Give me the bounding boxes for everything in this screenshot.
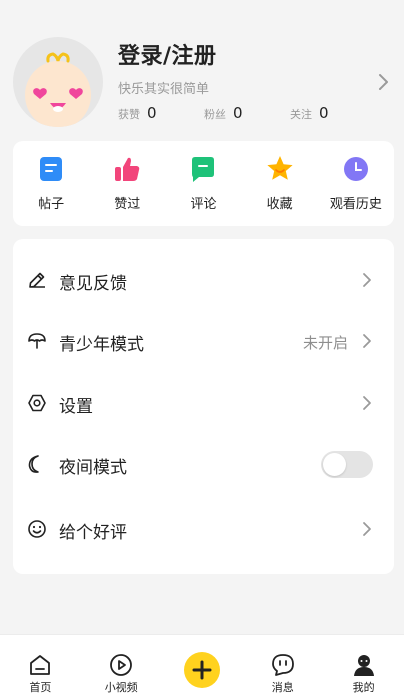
quick-action-label: 赞过 [114,197,141,212]
login-register-title[interactable]: 登录/注册 [118,38,217,70]
menu-item-night-mode: 夜间模式 [13,444,394,484]
profile-subtitle: 快乐其实很简单 [118,82,210,97]
user-icon [353,655,374,676]
menu-item-label: 青少年模式 [59,335,144,355]
quick-action-label: 帖子 [38,197,65,212]
menu-item-label: 设置 [59,397,93,417]
quick-action-comments[interactable]: 评论 [165,141,241,226]
message-bubble-icon [271,654,294,676]
tab-label: 我的 [352,681,375,694]
publish-button[interactable] [183,652,220,688]
chevron-right-icon [363,522,371,536]
umbrella-icon [28,333,46,349]
tab-messages[interactable]: 消息 [242,635,323,699]
pencil-icon [29,272,45,288]
menu-item-label: 夜间模式 [59,458,127,478]
night-mode-toggle[interactable] [321,451,373,478]
menu-item-teen-mode[interactable]: 青少年模式 未开启 [13,321,394,361]
star-icon [267,156,293,180]
comment-icon [192,157,215,182]
quick-action-history[interactable]: 观看历史 [318,141,394,226]
play-circle-icon [110,654,133,676]
quick-action-label: 收藏 [266,197,293,212]
gear-icon [28,394,46,412]
stat-value: 0 [319,104,329,122]
quick-action-label: 观看历史 [329,197,382,212]
quick-actions-card: 帖子 赞过 评论 收藏 观看历史 [13,141,394,226]
stat-fans[interactable]: 粉丝 0 [204,104,290,122]
menu-item-label: 给个好评 [59,523,127,543]
menu-item-label: 意见反馈 [59,274,127,294]
toggle-knob [323,453,346,476]
stat-likes[interactable]: 获赞 0 [118,104,204,122]
bottom-tab-bar: 首页 小视频 消息 我的 [0,634,404,699]
teen-mode-status: 未开启 [302,334,348,352]
quick-action-label: 评论 [190,197,217,212]
menu-item-settings[interactable]: 设置 [13,383,394,423]
moon-icon [28,455,39,473]
tab-label: 首页 [29,681,52,694]
settings-menu-card: 意见反馈 青少年模式 未开启 设置 夜间模式 给个好评 [13,239,394,574]
stat-label: 获赞 [118,108,140,121]
quick-action-favorites[interactable]: 收藏 [242,141,318,226]
chevron-right-icon [363,396,371,410]
smiley-icon [28,520,46,538]
stat-label: 关注 [290,108,312,121]
chevron-right-icon [363,273,371,287]
tab-label: 消息 [271,681,294,694]
stat-value: 0 [233,104,243,122]
tab-home[interactable]: 首页 [0,635,81,699]
quick-action-liked[interactable]: 赞过 [89,141,165,226]
chevron-right-icon [363,334,371,348]
plus-icon [192,660,212,680]
clock-icon [343,157,368,181]
tab-publish[interactable] [162,635,243,699]
stat-following[interactable]: 关注 0 [290,104,376,122]
avatar[interactable] [13,37,103,127]
chevron-right-icon[interactable] [378,73,390,91]
baby-avatar-icon [25,52,91,127]
stat-value: 0 [147,104,157,122]
thumbs-up-icon [115,157,140,181]
profile-stats: 获赞 0 粉丝 0 关注 0 [118,104,376,122]
home-icon [30,655,51,675]
stat-label: 粉丝 [204,108,226,121]
tab-short-video[interactable]: 小视频 [81,635,162,699]
tab-label: 小视频 [104,681,138,694]
menu-item-feedback[interactable]: 意见反馈 [13,260,394,300]
menu-item-rate[interactable]: 给个好评 [13,509,394,549]
tab-mine[interactable]: 我的 [323,635,404,699]
post-icon [40,157,63,181]
profile-header[interactable]: 登录/注册 快乐其实很简单 获赞 0 粉丝 0 关注 0 [0,0,404,140]
quick-action-posts[interactable]: 帖子 [13,141,89,226]
